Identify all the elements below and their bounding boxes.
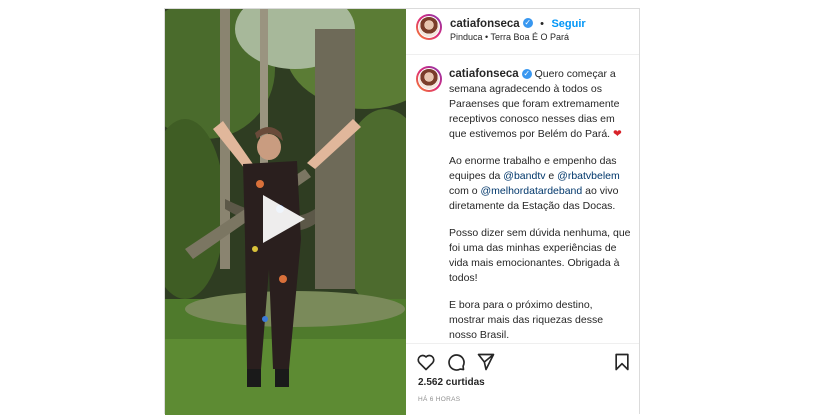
caption-paragraph-3: Posso dizer sem dúvida nenhuma, que foi … bbox=[449, 227, 631, 284]
separator: • bbox=[540, 18, 544, 30]
follow-button[interactable]: Seguir bbox=[551, 18, 585, 30]
action-bar bbox=[406, 343, 639, 376]
verified-badge-icon: ✓ bbox=[522, 17, 533, 28]
caption: catiafonseca ✓ Quero começar a semana agr… bbox=[449, 67, 631, 355]
post-header: catiafonseca ✓ • Seguir Pinduca • Terra B… bbox=[406, 9, 639, 55]
caption-text: e bbox=[545, 170, 558, 182]
avatar[interactable] bbox=[416, 14, 442, 40]
comment-icon[interactable] bbox=[446, 352, 466, 372]
caption-paragraph-2: Ao enorme trabalho e empenho das equipes… bbox=[449, 154, 631, 214]
location-link[interactable]: Pinduca • Terra Boa É O Pará bbox=[450, 32, 569, 42]
post-video[interactable] bbox=[165, 9, 406, 415]
caption-paragraph-1: catiafonseca ✓ Quero começar a semana agr… bbox=[449, 67, 631, 142]
heart-icon[interactable] bbox=[416, 352, 436, 372]
bookmark-icon[interactable] bbox=[612, 352, 632, 372]
username-link[interactable]: catiafonseca bbox=[450, 18, 520, 30]
header-user-line: catiafonseca ✓ • Seguir bbox=[450, 14, 586, 32]
heart-emoji-icon: ❤ bbox=[613, 128, 622, 140]
likes-count[interactable]: 2.562 curtidas bbox=[418, 377, 485, 388]
caption-avatar[interactable] bbox=[416, 66, 442, 92]
caption-username[interactable]: catiafonseca bbox=[449, 68, 519, 80]
mention-link[interactable]: @melhordatardeband bbox=[481, 185, 583, 197]
post-timestamp[interactable]: HÁ 6 HORAS bbox=[418, 396, 460, 403]
post-side-panel: catiafonseca ✓ • Seguir Pinduca • Terra B… bbox=[406, 9, 639, 414]
caption-paragraph-4: E bora para o próximo destino, mostrar m… bbox=[449, 299, 604, 341]
caption-text: com o bbox=[449, 185, 481, 197]
instagram-post: catiafonseca ✓ • Seguir Pinduca • Terra B… bbox=[164, 8, 640, 415]
share-icon[interactable] bbox=[476, 352, 496, 372]
mention-link[interactable]: @rbatvbelem bbox=[557, 170, 620, 182]
play-icon[interactable] bbox=[263, 195, 305, 243]
mention-link[interactable]: @bandtv bbox=[503, 170, 545, 182]
verified-badge-icon: ✓ bbox=[521, 69, 532, 80]
